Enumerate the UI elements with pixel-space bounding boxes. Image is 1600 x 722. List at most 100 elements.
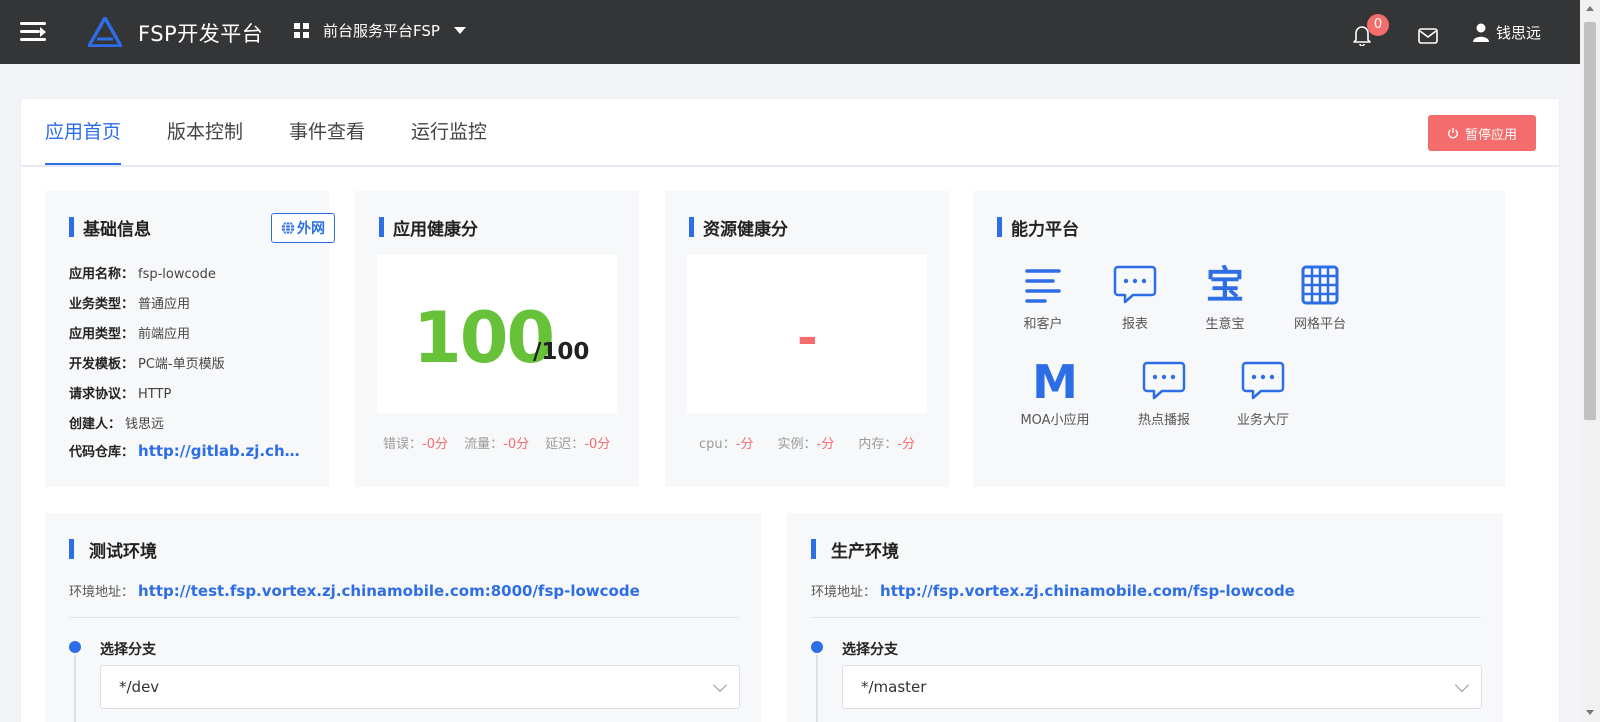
capability-item-hot-news[interactable]: 热点播报: [1119, 361, 1209, 428]
logo-icon: [88, 17, 122, 47]
info-key: 开发模板：: [69, 357, 135, 372]
info-key: 请求协议：: [69, 387, 135, 402]
lines-icon: [1025, 269, 1061, 303]
test-env-panel: 测试环境 环境地址： http://test.fsp.vortex.zj.chin…: [45, 513, 761, 722]
user-name: 钱思远: [1496, 24, 1542, 42]
basic-info-title: 基础信息: [69, 215, 151, 240]
bao-icon: 宝: [1205, 263, 1244, 307]
scroll-thumb[interactable]: [1584, 22, 1596, 420]
info-row-template: 开发模板： PC端-单页模版: [69, 353, 225, 372]
capability-item-grid-platform[interactable]: 网格平台: [1275, 265, 1365, 332]
prod-env-address: 环境地址： http://fsp.vortex.zj.chinamobile.co…: [811, 581, 1295, 600]
env-addr-label: 环境地址：: [811, 585, 877, 600]
info-row-creator: 创建人： 钱思远: [69, 413, 164, 432]
mail-icon[interactable]: [1418, 27, 1438, 45]
capability-item-business-hall[interactable]: 业务大厅: [1218, 361, 1308, 428]
app-health-score-box: 100 /100: [377, 255, 617, 413]
prod-branch-select[interactable]: */master: [842, 665, 1482, 709]
user-menu[interactable]: 钱思远: [1472, 22, 1541, 43]
branch-value: */master: [861, 678, 927, 696]
pause-app-button[interactable]: 暂停应用: [1428, 115, 1536, 151]
capability-label: 报表: [1121, 317, 1148, 332]
capability-label: 热点播报: [1137, 413, 1190, 428]
info-key: 创建人：: [69, 417, 122, 432]
metric-value: -0分: [503, 437, 530, 452]
scroll-up-arrow-icon[interactable]: [1586, 6, 1594, 11]
menu-toggle-icon[interactable]: [20, 22, 46, 42]
info-row-app-type: 应用类型： 前端应用: [69, 323, 190, 342]
info-value: PC端-单页模版: [138, 357, 225, 372]
tab-app-home[interactable]: 应用首页: [45, 99, 122, 165]
test-env-title: 测试环境: [69, 537, 157, 562]
info-row-protocol: 请求协议： HTTP: [69, 383, 171, 402]
user-icon: [1473, 23, 1489, 42]
tab-events[interactable]: 事件查看: [289, 99, 365, 165]
resource-health-score-box: -: [687, 255, 927, 413]
info-row-business-type: 业务类型： 普通应用: [69, 293, 190, 312]
metric-value: -分: [897, 437, 916, 452]
metric-value: -分: [735, 437, 754, 452]
platform-select[interactable]: 前台服务平台FSP: [294, 20, 466, 41]
metric-value: -0分: [584, 437, 611, 452]
tabs-divider: [21, 165, 1559, 167]
capability-label: 业务大厅: [1236, 413, 1289, 428]
info-key: 应用名称：: [69, 267, 135, 282]
capability-label: MOA小应用: [1020, 413, 1090, 428]
metric-label: 流量：: [464, 437, 504, 452]
info-value: HTTP: [138, 387, 172, 402]
app-health-total: /100: [533, 339, 590, 365]
capability-item-moa[interactable]: M MOA小应用: [1010, 355, 1100, 428]
resource-health-score: -: [797, 309, 818, 367]
capability-item-shengyibao[interactable]: 宝 生意宝: [1180, 265, 1270, 332]
app-health-metrics: 错误：-0分 流量：-0分 延迟：-0分: [383, 433, 610, 452]
info-value: 钱思远: [125, 417, 165, 432]
info-key: 代码仓库：: [69, 445, 135, 460]
resource-health-metrics: cpu：-分 实例：-分 内存：-分: [699, 433, 915, 452]
capability-item-customer[interactable]: 和客户: [998, 265, 1088, 332]
timeline-line: [74, 655, 76, 722]
basic-info-panel: 基础信息 外网 应用名称： fsp-lowcode 业务类型： 普通应用 应用类型：…: [45, 191, 335, 487]
capability-item-report[interactable]: 报表: [1090, 265, 1180, 332]
metric-value: -分: [816, 437, 835, 452]
tab-version-control[interactable]: 版本控制: [167, 99, 243, 165]
pause-app-label: 暂停应用: [1464, 127, 1517, 143]
caret-down-icon: [453, 27, 466, 34]
divider: [811, 617, 1481, 618]
resource-health-title: 资源健康分: [689, 215, 788, 240]
prod-env-title: 生产环境: [811, 537, 899, 562]
metric-label: 错误：: [383, 437, 423, 452]
m-icon: M: [1032, 355, 1078, 409]
repo-link[interactable]: http://gitlab.zj.chinamobile.com/fsp-low…: [138, 442, 304, 460]
page-scrollbar[interactable]: [1580, 0, 1600, 722]
apps-grid-icon: [294, 23, 309, 38]
tab-monitoring[interactable]: 运行监控: [411, 99, 487, 165]
prod-env-link[interactable]: http://fsp.vortex.zj.chinamobile.com/fsp…: [880, 582, 1295, 600]
test-env-link[interactable]: http://test.fsp.vortex.zj.chinamobile.co…: [138, 582, 640, 600]
prod-env-panel: 生产环境 环境地址： http://fsp.vortex.zj.chinamobi…: [787, 513, 1503, 722]
scroll-down-arrow-icon[interactable]: [1586, 710, 1594, 715]
test-branch-select[interactable]: */dev: [100, 665, 740, 709]
info-value: 普通应用: [138, 297, 191, 312]
capability-label: 和客户: [1023, 317, 1063, 332]
branch-label: 选择分支: [842, 642, 898, 658]
app-health-title: 应用健康分: [379, 215, 478, 240]
info-row-repo: 代码仓库：http://gitlab.zj.chinamobile.com/fs…: [69, 441, 304, 460]
chat-icon: [1113, 265, 1157, 304]
metric-label: 实例：: [777, 437, 817, 452]
app-health-score: 100: [413, 297, 555, 379]
branch-value: */dev: [119, 678, 160, 696]
grid-icon: [1301, 265, 1339, 305]
capability-label: 网格平台: [1293, 317, 1346, 332]
app-health-panel: 应用健康分 100 /100 错误：-0分 流量：-0分 延迟：-0分: [355, 191, 639, 487]
external-network-tag[interactable]: 外网: [271, 213, 335, 243]
main-card: 应用首页 版本控制 事件查看 运行监控 暂停应用 基础信息 外网 应用名称： fs…: [20, 98, 1560, 722]
info-key: 业务类型：: [69, 297, 135, 312]
chat-icon: [1142, 361, 1186, 400]
notification-badge: 0: [1367, 14, 1389, 36]
env-addr-label: 环境地址：: [69, 585, 135, 600]
capability-label: 生意宝: [1205, 317, 1245, 332]
metric-label: 内存：: [858, 437, 898, 452]
timeline-line: [816, 655, 818, 722]
timeline-dot: [69, 641, 81, 653]
capability-title: 能力平台: [997, 215, 1079, 240]
